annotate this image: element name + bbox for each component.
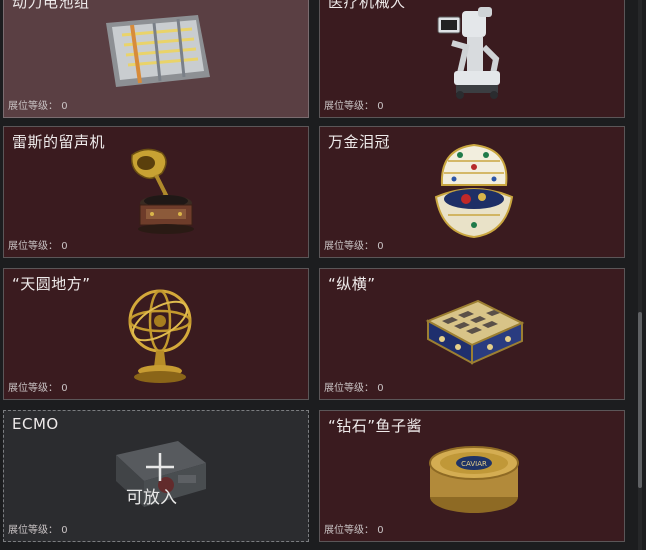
exhibit-level: 展位等级： 0 (324, 241, 384, 252)
exhibit-grid: 动力电池组 展位等级： 0 医疗机械人 展位等级： 0 雷斯的留声机 展位等级：… (0, 0, 636, 550)
chess-box-icon (425, 299, 525, 365)
exhibit-title: 万金泪冠 (328, 133, 391, 151)
exhibit-level: 展位等级： 0 (324, 525, 384, 536)
exhibit-card-jeweled-egg[interactable]: 万金泪冠 展位等级： 0 (319, 126, 625, 258)
battery-pack-icon (106, 15, 210, 87)
scrollbar-thumb[interactable] (638, 312, 642, 488)
exhibit-level: 展位等级： 0 (8, 525, 68, 536)
exhibit-title: 雷斯的留声机 (12, 133, 106, 151)
exhibit-title: “天圆地方” (12, 275, 91, 293)
exhibit-card-armillary-sphere[interactable]: “天圆地方” 展位等级： 0 (3, 268, 309, 400)
gramophone-icon (131, 148, 194, 234)
caviar-tin-icon: CAVIAR (429, 446, 519, 513)
exhibit-card-battery[interactable]: 动力电池组 展位等级： 0 (3, 0, 309, 118)
exhibit-level: 展位等级： 0 (8, 241, 68, 252)
scrollbar[interactable] (638, 0, 642, 550)
exhibit-card-chess-box[interactable]: “纵横” 展位等级： 0 (319, 268, 625, 400)
svg-text:CAVIAR: CAVIAR (461, 460, 487, 468)
armillary-sphere-icon (128, 289, 192, 383)
jeweled-egg-icon (434, 143, 514, 239)
exhibit-level: 展位等级： 0 (8, 383, 68, 394)
exhibit-card-caviar[interactable]: “钻石”鱼子酱 CAVIAR 展位等级： 0 (319, 410, 625, 542)
exhibit-title: “钻石”鱼子酱 (328, 417, 423, 435)
exhibit-title: 医疗机械人 (328, 0, 406, 11)
exhibit-level: 展位等级： 0 (8, 101, 68, 112)
exhibit-card-medical-robot[interactable]: 医疗机械人 展位等级： 0 (319, 0, 625, 118)
exhibit-title: 动力电池组 (12, 0, 90, 11)
exhibit-level: 展位等级： 0 (324, 383, 384, 394)
exhibit-title: “纵横” (328, 275, 376, 293)
exhibit-title: ECMO (12, 415, 59, 433)
plus-icon (146, 453, 174, 481)
exhibit-card-gramophone[interactable]: 雷斯的留声机 展位等级： 0 (3, 126, 309, 258)
placeable-label: 可放入 (126, 488, 177, 508)
exhibit-card-ecmo-empty[interactable]: ECMO 可放入 展位等级： 0 (3, 410, 309, 542)
medical-robot-icon (437, 7, 500, 99)
exhibit-level: 展位等级： 0 (324, 101, 384, 112)
